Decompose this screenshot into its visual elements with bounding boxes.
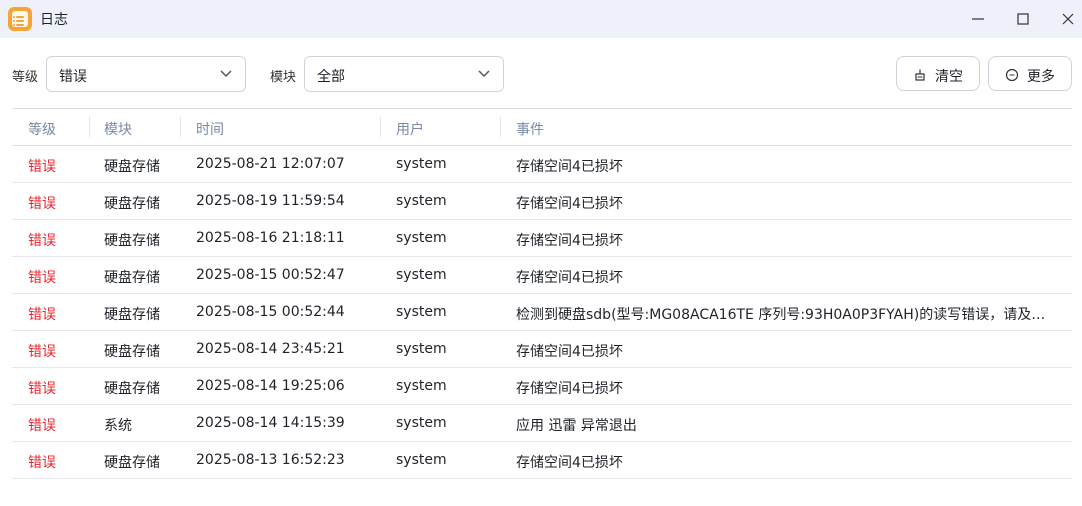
close-icon	[1062, 13, 1074, 25]
module-select[interactable]: 全部	[304, 56, 504, 92]
level-select-value: 错误	[59, 69, 87, 85]
column-header-user[interactable]: 用户	[396, 119, 424, 139]
user-cell: system	[396, 378, 447, 394]
module-select-value: 全部	[317, 69, 345, 85]
time-cell: 2025-08-15 00:52:47	[196, 267, 345, 283]
user-cell: system	[396, 341, 447, 357]
module-cell: 硬盘存储	[104, 196, 160, 212]
table-row[interactable]: 错误 系统 2025-08-14 14:15:39 system 应用 迅雷 异…	[12, 405, 1072, 442]
clear-button[interactable]: 清空	[896, 56, 980, 91]
event-cell: 存储空间4已损坏	[516, 196, 623, 212]
level-select[interactable]: 错误	[46, 56, 246, 92]
user-cell: system	[396, 156, 447, 172]
table-row[interactable]: 错误 硬盘存储 2025-08-13 16:52:23 system 存储空间4…	[12, 442, 1072, 479]
time-cell: 2025-08-14 19:25:06	[196, 378, 345, 394]
time-cell: 2025-08-21 12:07:07	[196, 156, 345, 172]
column-divider[interactable]	[380, 117, 381, 137]
column-header-module[interactable]: 模块	[104, 119, 132, 139]
more-button-label: 更多	[1027, 69, 1055, 85]
level-filter-label: 等级	[12, 70, 39, 85]
maximize-button[interactable]	[1008, 4, 1038, 34]
module-cell: 系统	[104, 418, 132, 434]
minimize-icon	[972, 18, 984, 20]
time-cell: 2025-08-14 23:45:21	[196, 341, 345, 357]
level-cell: 错误	[28, 381, 56, 397]
user-cell: system	[396, 304, 447, 320]
user-cell: system	[396, 193, 447, 209]
window-title: 日志	[40, 12, 68, 28]
table-row[interactable]: 错误 硬盘存储 2025-08-15 00:52:47 system 存储空间4…	[12, 257, 1072, 294]
more-icon	[1005, 68, 1019, 82]
time-cell: 2025-08-15 00:52:44	[196, 304, 345, 320]
level-cell: 错误	[28, 455, 56, 471]
event-cell: 存储空间4已损坏	[516, 270, 623, 286]
time-cell: 2025-08-13 16:52:23	[196, 452, 345, 468]
chevron-down-icon	[220, 70, 232, 78]
level-cell: 错误	[28, 270, 56, 286]
table-row[interactable]: 错误 硬盘存储 2025-08-15 00:52:44 system 检测到硬盘…	[12, 294, 1072, 331]
title-bar: 日志	[0, 0, 1082, 38]
table-header: 等级 模块 时间 用户 事件	[12, 109, 1072, 146]
module-cell: 硬盘存储	[104, 233, 160, 249]
module-cell: 硬盘存储	[104, 270, 160, 286]
module-cell: 硬盘存储	[104, 307, 160, 323]
event-cell: 存储空间4已损坏	[516, 455, 623, 471]
column-divider[interactable]	[180, 117, 181, 137]
table-row[interactable]: 错误 硬盘存储 2025-08-16 21:18:11 system 存储空间4…	[12, 220, 1072, 257]
event-cell: 检测到硬盘sdb(型号:MG08ACA16TE 序列号:93H0A0P3FYAH…	[516, 307, 1056, 323]
minimize-button[interactable]	[963, 4, 993, 34]
level-cell: 错误	[28, 418, 56, 434]
time-cell: 2025-08-14 14:15:39	[196, 415, 345, 431]
module-cell: 硬盘存储	[104, 455, 160, 471]
level-cell: 错误	[28, 233, 56, 249]
column-divider[interactable]	[500, 117, 501, 137]
more-button[interactable]: 更多	[988, 56, 1072, 91]
module-cell: 硬盘存储	[104, 159, 160, 175]
table-row[interactable]: 错误 硬盘存储 2025-08-14 23:45:21 system 存储空间4…	[12, 331, 1072, 368]
broom-icon	[915, 69, 925, 81]
column-header-level[interactable]: 等级	[28, 119, 56, 139]
event-cell: 存储空间4已损坏	[516, 381, 623, 397]
module-filter-label: 模块	[270, 70, 297, 85]
event-cell: 存储空间4已损坏	[516, 233, 623, 249]
clear-button-label: 清空	[935, 69, 963, 85]
close-button[interactable]	[1053, 4, 1082, 34]
level-cell: 错误	[28, 196, 56, 212]
module-cell: 硬盘存储	[104, 344, 160, 360]
column-divider[interactable]	[89, 117, 90, 137]
time-cell: 2025-08-16 21:18:11	[196, 230, 345, 246]
log-app-icon	[8, 7, 32, 31]
user-cell: system	[396, 415, 447, 431]
user-cell: system	[396, 267, 447, 283]
table-row[interactable]: 错误 硬盘存储 2025-08-19 11:59:54 system 存储空间4…	[12, 183, 1072, 220]
user-cell: system	[396, 230, 447, 246]
event-cell: 应用 迅雷 异常退出	[516, 418, 637, 434]
level-cell: 错误	[28, 344, 56, 360]
event-cell: 存储空间4已损坏	[516, 159, 623, 175]
column-header-event[interactable]: 事件	[516, 119, 544, 139]
chevron-down-icon	[478, 70, 490, 78]
user-cell: system	[396, 452, 447, 468]
maximize-icon	[1017, 13, 1029, 25]
level-cell: 错误	[28, 307, 56, 323]
table-row[interactable]: 错误 硬盘存储 2025-08-14 19:25:06 system 存储空间4…	[12, 368, 1072, 405]
level-cell: 错误	[28, 159, 56, 175]
column-header-time[interactable]: 时间	[196, 119, 224, 139]
event-cell: 存储空间4已损坏	[516, 344, 623, 360]
time-cell: 2025-08-19 11:59:54	[196, 193, 345, 209]
table-row[interactable]: 错误 硬盘存储 2025-08-21 12:07:07 system 存储空间4…	[12, 146, 1072, 183]
module-cell: 硬盘存储	[104, 381, 160, 397]
